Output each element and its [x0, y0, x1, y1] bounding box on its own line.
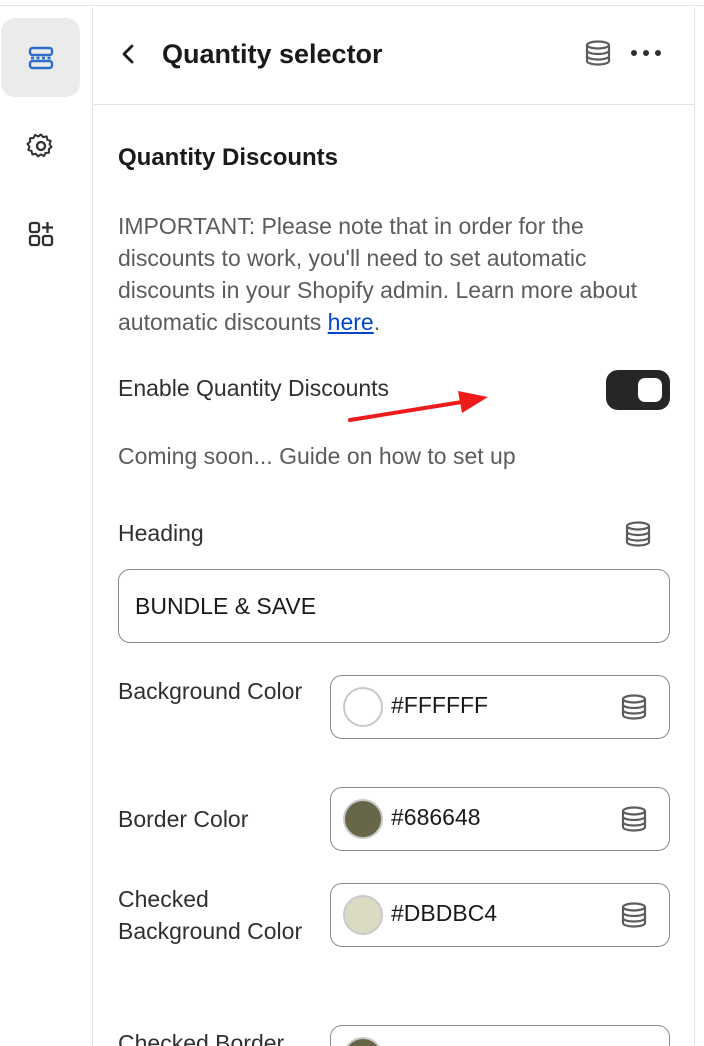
- panel-header: Quantity selector: [94, 7, 694, 105]
- here-link[interactable]: here: [328, 309, 374, 335]
- border-color-swatch[interactable]: [343, 799, 383, 839]
- database-icon: [585, 40, 611, 66]
- important-note: IMPORTANT: Please note that in order for…: [118, 210, 678, 338]
- background-color-field[interactable]: #FFFFFF: [330, 675, 670, 739]
- heading-input[interactable]: BUNDLE & SAVE: [118, 569, 670, 643]
- database-icon: [625, 521, 651, 547]
- border-color-dynamic-source-button[interactable]: [619, 804, 649, 834]
- background-color-dynamic-source-button[interactable]: [619, 692, 649, 722]
- page-title: Quantity selector: [162, 39, 383, 69]
- sections-button[interactable]: [1, 18, 80, 97]
- border-color-label: Border Color: [118, 806, 249, 832]
- checked-border-color-field[interactable]: [330, 1025, 670, 1046]
- left-rail: [0, 7, 93, 1046]
- enable-discounts-toggle[interactable]: [606, 370, 670, 410]
- border-color-value[interactable]: #686648: [391, 804, 481, 831]
- checked-background-color-field[interactable]: #DBDBC4: [330, 883, 670, 947]
- background-color-value[interactable]: #FFFFFF: [391, 692, 488, 719]
- checked-background-color-label: Checked Background Color: [118, 886, 303, 944]
- more-icon: [631, 50, 661, 56]
- checked-background-color-dynamic-source-button[interactable]: [619, 900, 649, 930]
- checked-background-color-value[interactable]: #DBDBC4: [391, 900, 497, 927]
- section-title: Quantity Discounts: [118, 144, 339, 171]
- dynamic-source-button[interactable]: [582, 37, 614, 69]
- background-color-swatch[interactable]: [343, 687, 383, 727]
- sections-icon: [28, 46, 53, 69]
- more-actions-button[interactable]: [628, 37, 664, 69]
- checked-border-label: Checked Border: [118, 1030, 285, 1046]
- theme-settings-button[interactable]: [1, 106, 80, 185]
- toggle-knob: [638, 378, 662, 402]
- database-icon: [621, 902, 647, 928]
- back-button[interactable]: [112, 35, 146, 73]
- heading-dynamic-source-button[interactable]: [623, 519, 653, 549]
- settings-panel: Quantity selector Quantity Discounts IMP…: [94, 7, 694, 1046]
- panel-divider: [694, 7, 695, 1046]
- top-border: [0, 0, 704, 6]
- checked-border-color-swatch[interactable]: [343, 1037, 383, 1046]
- border-color-field[interactable]: #686648: [330, 787, 670, 851]
- chevron-left-icon: [122, 44, 134, 64]
- add-app-icon: [28, 221, 53, 246]
- coming-soon-text: Coming soon... Guide on how to set up: [118, 443, 516, 469]
- checked-background-color-swatch[interactable]: [343, 895, 383, 935]
- gear-icon: [26, 133, 52, 157]
- heading-label: Heading: [118, 520, 204, 546]
- database-icon: [621, 806, 647, 832]
- background-color-label: Background Color: [118, 678, 303, 704]
- database-icon: [621, 694, 647, 720]
- note-end: .: [373, 309, 381, 335]
- apps-button[interactable]: [1, 194, 80, 273]
- annotation-arrow-icon: [348, 391, 488, 422]
